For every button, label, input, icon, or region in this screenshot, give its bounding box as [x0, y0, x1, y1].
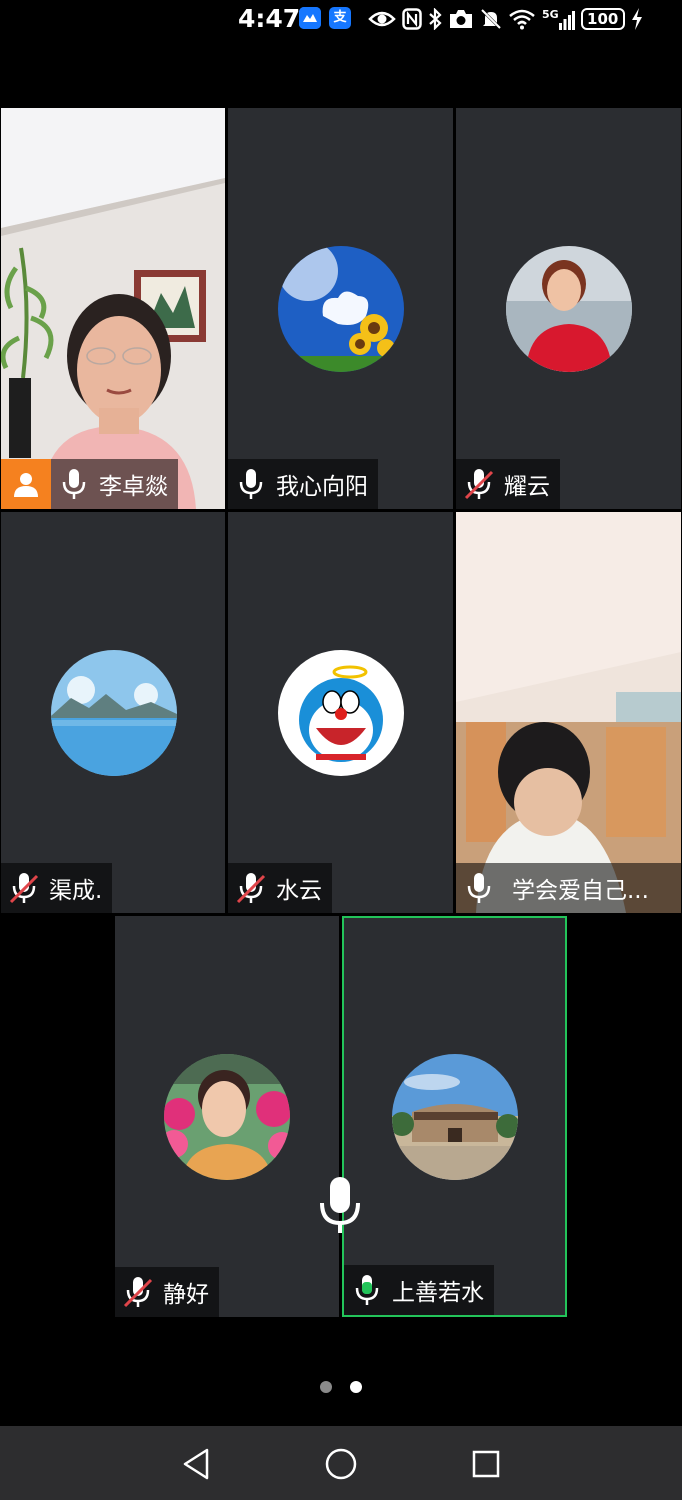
participant-tile[interactable]: 我心向阳 [228, 108, 453, 509]
participant-name: 水云 [276, 878, 322, 904]
name-bar: 上善若水 [344, 1265, 494, 1315]
mic-muted-icon [9, 872, 39, 904]
mic-muted-icon [123, 1276, 153, 1308]
name-bar: 学会爱自己... [456, 863, 681, 913]
participant-name: 上善若水 [392, 1280, 484, 1306]
participant-name: 学会爱自己... [512, 878, 649, 904]
status-icons: 5G 100 [368, 6, 643, 32]
avatar [506, 246, 632, 372]
home-icon[interactable] [321, 1444, 361, 1484]
participant-tile[interactable]: 耀云 [456, 108, 681, 509]
video-feed [456, 512, 681, 913]
avatar [278, 246, 404, 372]
eye-icon [368, 11, 396, 27]
page-indicator [0, 1381, 682, 1395]
avatar [278, 650, 404, 776]
avatar [51, 650, 177, 776]
status-time: 4:47 [238, 4, 301, 33]
participant-name: 耀云 [504, 474, 550, 500]
system-nav-bar [0, 1426, 682, 1500]
participant-tile[interactable]: 李卓燚 [1, 108, 225, 509]
wifi-icon [509, 9, 535, 30]
mic-speaking-icon [352, 1274, 382, 1306]
participant-name: 渠成. [49, 878, 103, 904]
bluetooth-icon [429, 8, 442, 30]
host-badge [1, 459, 51, 509]
participant-tile[interactable]: 渠成. [1, 512, 225, 913]
participant-tile-active[interactable]: 上善若水 [342, 916, 567, 1317]
name-bar: 渠成. [1, 863, 113, 913]
recents-icon[interactable] [466, 1444, 506, 1484]
camera-icon [450, 10, 472, 28]
participant-tile[interactable]: 学会爱自己... [456, 512, 681, 913]
participant-tile[interactable]: 水云 [228, 512, 453, 913]
avatar [164, 1054, 290, 1180]
mic-icon [236, 468, 266, 500]
mic-icon [464, 872, 494, 904]
page-dot[interactable] [320, 1381, 332, 1393]
alipay-icon: 支 [329, 7, 351, 29]
avatar [392, 1054, 518, 1180]
mic-muted-icon [464, 468, 494, 500]
nfc-icon [402, 8, 422, 30]
bell-off-icon [480, 8, 502, 30]
participant-name: 我心向阳 [276, 474, 368, 500]
status-bar: 4:47 支 5G 100 [0, 0, 682, 40]
back-icon[interactable] [176, 1444, 216, 1484]
name-bar: 耀云 [456, 459, 560, 509]
mic-icon [59, 468, 89, 500]
battery-indicator: 100 [580, 8, 625, 30]
network-type: 5G [542, 7, 559, 21]
audio-toggle-mic-icon[interactable] [318, 1175, 362, 1237]
video-feed [1, 108, 225, 509]
name-bar: 李卓燚 [1, 459, 178, 509]
page-dot-active[interactable] [350, 1381, 362, 1393]
name-bar: 水云 [228, 863, 332, 913]
participant-tile[interactable]: 静好 [115, 916, 339, 1317]
mic-muted-icon [236, 872, 266, 904]
person-icon [14, 473, 38, 497]
name-bar: 静好 [115, 1267, 219, 1317]
signal-icon: 5G [542, 9, 575, 30]
charging-icon [631, 8, 642, 30]
participant-name: 李卓燚 [99, 474, 168, 500]
name-bar: 我心向阳 [228, 459, 378, 509]
participant-name: 静好 [163, 1282, 209, 1308]
chart-app-icon [299, 7, 321, 29]
